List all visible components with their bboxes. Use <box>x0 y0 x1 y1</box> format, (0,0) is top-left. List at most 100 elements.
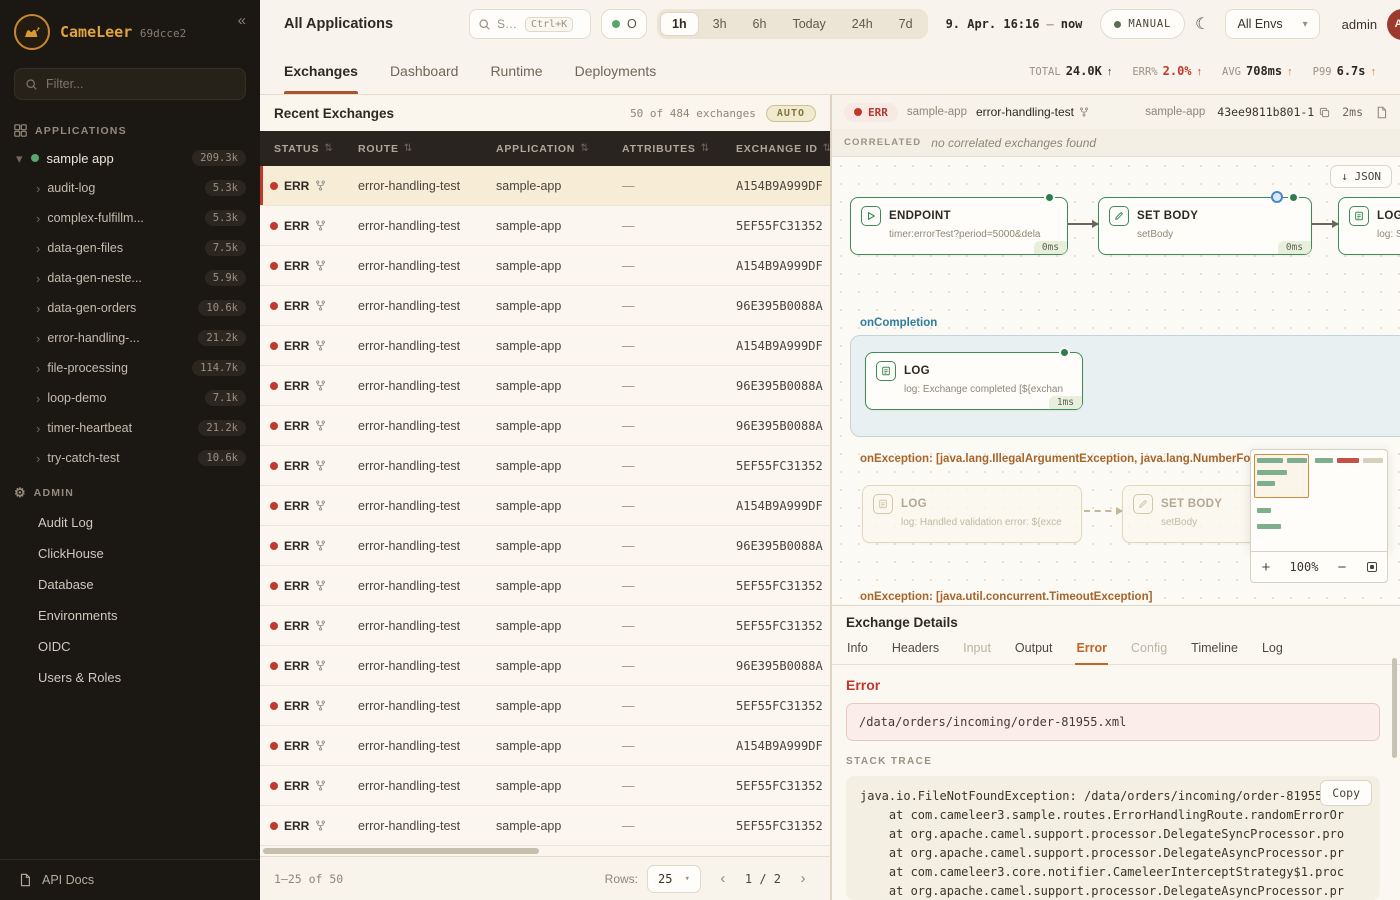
sidebar-collapse-button[interactable]: « <box>238 12 246 29</box>
dark-mode-toggle[interactable]: ☾ <box>1195 9 1209 39</box>
flow-node-endpoint[interactable]: ENDPOINT timer:errorTest?period=5000&del… <box>850 197 1068 255</box>
exchange-row[interactable]: ERR error-handling-test sample-app — A15… <box>260 326 830 366</box>
admin-nav-item[interactable]: Audit Log <box>0 507 260 538</box>
flow-canvas[interactable]: ↓ JSON ENDPOINT timer:errorTest?period=5… <box>832 157 1400 605</box>
details-tab[interactable]: Log <box>1261 635 1284 664</box>
time-range-button[interactable]: Today <box>780 12 837 36</box>
time-range-button[interactable]: 6h <box>741 12 779 36</box>
column-header-application[interactable]: APPLICATION⇅ <box>486 143 612 155</box>
chevron-right-icon: › <box>36 422 40 435</box>
sidebar-route-item[interactable]: › file-processing 114.7k <box>0 353 260 383</box>
admin-nav-item[interactable]: Database <box>0 569 260 600</box>
stack-line: at org.apache.camel.support.processor.De… <box>860 825 1366 844</box>
exchange-row[interactable]: ERR error-handling-test sample-app — 5EF… <box>260 206 830 246</box>
date-separator: — <box>1046 17 1053 31</box>
sidebar-route-item[interactable]: › complex-fulfillm... 5.3k <box>0 203 260 233</box>
next-page-button[interactable]: › <box>790 866 816 892</box>
column-header-route[interactable]: ROUTE⇅ <box>348 143 486 155</box>
route-cell: error-handling-test <box>348 699 486 713</box>
time-range-button[interactable]: 1h <box>660 12 699 36</box>
flow-node-log[interactable]: LOG log: Sta <box>1338 197 1400 255</box>
flow-node-exception-log[interactable]: LOG log: Handled validation error: ${exc… <box>862 485 1082 543</box>
column-header-status[interactable]: STATUS⇅ <box>260 143 348 155</box>
exchange-row[interactable]: ERR error-handling-test sample-app — A15… <box>260 726 830 766</box>
exchange-row[interactable]: ERR error-handling-test sample-app — 96E… <box>260 646 830 686</box>
exchange-id-cell: 96E395B0088A <box>726 419 830 433</box>
flow-node-setbody[interactable]: SET BODY setBody 0ms <box>1098 197 1312 255</box>
node-subtitle: log: Sta <box>1377 229 1400 240</box>
exchange-row[interactable]: ERR error-handling-test sample-app — A15… <box>260 486 830 526</box>
details-tab[interactable]: Error <box>1075 635 1108 664</box>
time-range-button[interactable]: 24h <box>840 12 885 36</box>
stack-trace-block[interactable]: Copy java.io.FileNotFoundException: /dat… <box>846 776 1380 900</box>
details-tab[interactable]: Config <box>1130 635 1168 664</box>
live-toggle[interactable]: O <box>601 9 647 39</box>
exchange-row[interactable]: ERR error-handling-test sample-app — 96E… <box>260 286 830 326</box>
copy-button[interactable]: Copy <box>1320 780 1372 806</box>
exchange-row[interactable]: ERR error-handling-test sample-app — A15… <box>260 246 830 286</box>
exchange-row[interactable]: ERR error-handling-test sample-app — 5EF… <box>260 686 830 726</box>
prev-page-button[interactable]: ‹ <box>710 866 736 892</box>
time-range-button[interactable]: 3h <box>701 12 739 36</box>
column-header-exchange-id[interactable]: EXCHANGE ID⇅ <box>726 143 830 155</box>
details-tab[interactable]: Output <box>1014 635 1054 664</box>
details-tab[interactable]: Headers <box>891 635 940 664</box>
column-header-attributes[interactable]: ATTRIBUTES⇅ <box>612 143 726 155</box>
zoom-in-button[interactable]: + <box>1251 552 1281 582</box>
zoom-out-button[interactable]: − <box>1327 552 1357 582</box>
flow-route-name[interactable]: error-handling-test <box>976 105 1089 119</box>
search-input[interactable] <box>497 17 519 31</box>
sidebar-route-item[interactable]: › try-catch-test 10.6k <box>0 443 260 473</box>
api-docs-link[interactable]: API Docs <box>0 859 260 900</box>
admin-nav-item[interactable]: Users & Roles <box>0 662 260 693</box>
flow-node-completion-log[interactable]: LOG log: Exchange completed [${exchan 1m… <box>865 352 1083 410</box>
exchange-row[interactable]: ERR error-handling-test sample-app — 96E… <box>260 526 830 566</box>
sidebar-route-item[interactable]: › data-gen-neste... 5.9k <box>0 263 260 293</box>
filter-input[interactable] <box>46 77 235 91</box>
sidebar-route-item[interactable]: › error-handling-... 21.2k <box>0 323 260 353</box>
exchange-row[interactable]: ERR error-handling-test sample-app — 5EF… <box>260 446 830 486</box>
time-range-button[interactable]: 7d <box>887 12 925 36</box>
exchange-row[interactable]: ERR error-handling-test sample-app — 5EF… <box>260 766 830 806</box>
admin-nav-item[interactable]: OIDC <box>0 631 260 662</box>
sidebar-route-item[interactable]: › timer-heartbeat 21.2k <box>0 413 260 443</box>
horizontal-scrollbar-thumb[interactable] <box>263 848 539 854</box>
auto-refresh-badge[interactable]: AUTO <box>766 105 816 122</box>
sidebar-route-item[interactable]: › data-gen-orders 10.6k <box>0 293 260 323</box>
exchange-row[interactable]: ERR error-handling-test sample-app — 5EF… <box>260 606 830 646</box>
environment-select[interactable]: All Envs ▾ <box>1225 9 1319 39</box>
exchange-row[interactable]: ERR error-handling-test sample-app — 5EF… <box>260 566 830 606</box>
details-tab[interactable]: Timeline <box>1190 635 1239 664</box>
sidebar-route-item[interactable]: › data-gen-files 7.5k <box>0 233 260 263</box>
download-json-button[interactable]: ↓ JSON <box>1330 165 1392 188</box>
exchange-row[interactable]: ERR error-handling-test sample-app — 96E… <box>260 406 830 446</box>
rows-per-page-select[interactable]: 25 ▾ <box>647 865 701 893</box>
details-tab[interactable]: Info <box>846 635 869 664</box>
exchange-row[interactable]: ERR error-handling-test sample-app — A15… <box>260 166 830 206</box>
copy-icon[interactable] <box>1319 107 1330 118</box>
sidebar-app-sample-app[interactable]: ▾ sample app 209.3k <box>0 143 260 173</box>
sidebar-route-item[interactable]: › loop-demo 7.1k <box>0 383 260 413</box>
zoom-fit-button[interactable] <box>1357 552 1387 582</box>
vertical-scrollbar-thumb[interactable] <box>1392 658 1397 758</box>
exchange-row[interactable]: ERR error-handling-test sample-app — 5EF… <box>260 806 830 846</box>
details-tab[interactable]: Input <box>962 635 992 664</box>
refresh-mode-button[interactable]: MANUAL <box>1100 9 1185 39</box>
admin-nav-item[interactable]: ClickHouse <box>0 538 260 569</box>
global-search[interactable]: Ctrl+K <box>469 9 591 39</box>
sort-icon: ⇅ <box>580 143 589 154</box>
main-tab[interactable]: Exchanges <box>284 48 358 94</box>
main-tab[interactable]: Runtime <box>490 48 542 94</box>
sidebar-filter[interactable] <box>14 68 246 100</box>
date-range[interactable]: 9. Apr. 16:16 — now <box>946 17 1083 31</box>
main-tab[interactable]: Dashboard <box>390 48 459 94</box>
avatar[interactable]: AD <box>1387 9 1400 40</box>
admin-nav-item[interactable]: Environments <box>0 600 260 631</box>
document-icon[interactable] <box>1375 106 1388 119</box>
flow-minimap[interactable] <box>1250 449 1388 551</box>
exchange-id[interactable]: 43ee9811b801-1 <box>1217 105 1330 119</box>
sidebar-route-item[interactable]: › audit-log 5.3k <box>0 173 260 203</box>
exchange-row[interactable]: ERR error-handling-test sample-app — 96E… <box>260 366 830 406</box>
camel-logo[interactable] <box>14 14 50 50</box>
main-tab[interactable]: Deployments <box>575 48 657 94</box>
